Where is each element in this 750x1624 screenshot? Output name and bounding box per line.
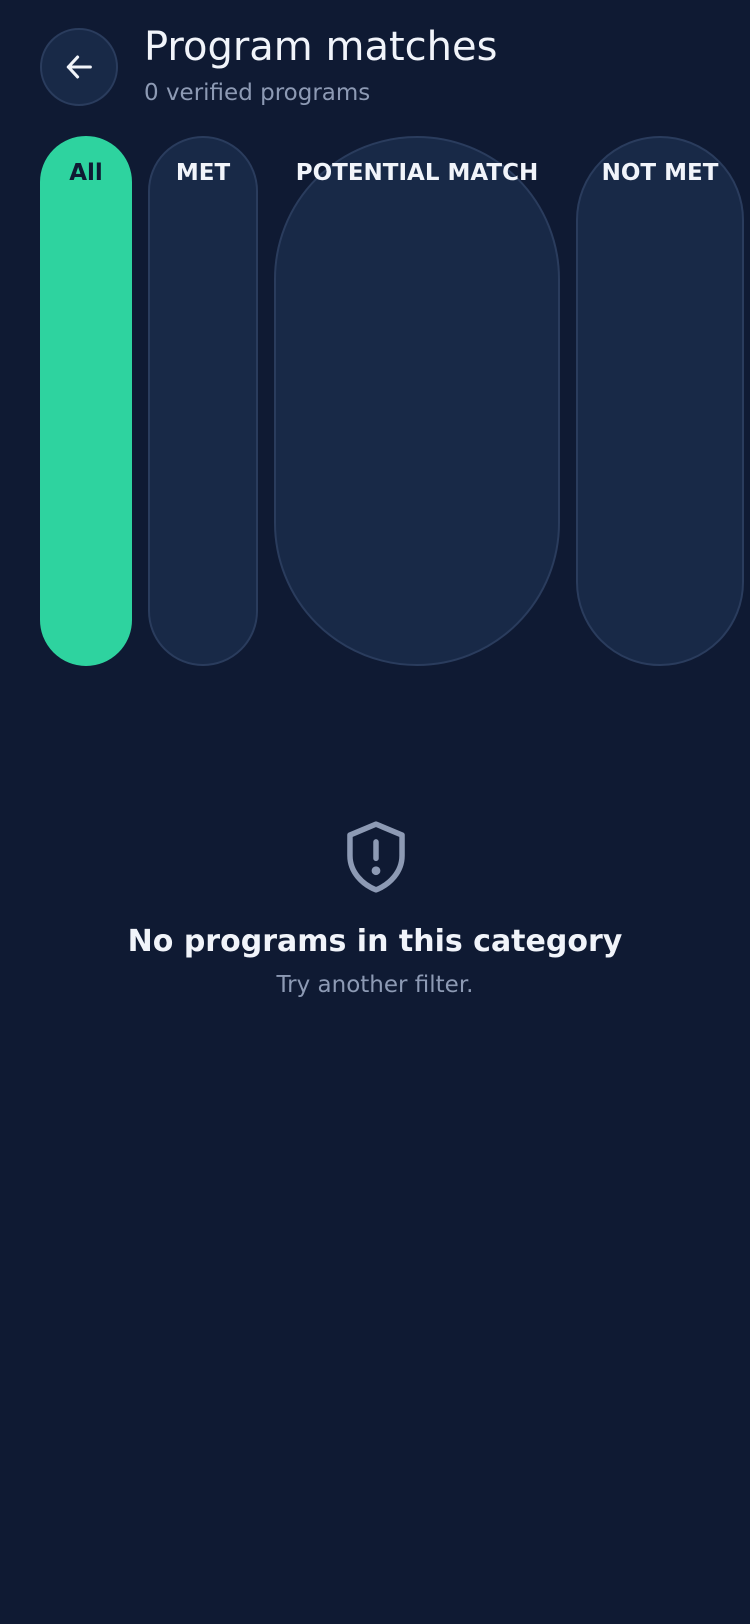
arrow-left-icon <box>66 55 92 79</box>
filter-chip-all[interactable]: All <box>40 136 132 666</box>
program-matches-screen: Program matches 0 verified programs All … <box>0 0 750 1624</box>
empty-state-subtitle: Try another filter. <box>276 972 474 998</box>
verified-count-subtitle: 0 verified programs <box>144 80 371 106</box>
shield-alert-icon <box>347 821 405 893</box>
filter-chip-label: All <box>69 160 103 186</box>
filter-chip-label: POTENTIAL MATCH <box>295 160 539 186</box>
empty-state-title: No programs in this category <box>127 924 623 959</box>
filter-chip-label: MET <box>175 160 231 186</box>
filter-chip-potential-match[interactable]: POTENTIAL MATCH <box>274 136 560 666</box>
filter-chip-label: NOT MET <box>601 160 719 186</box>
page-title: Program matches <box>144 24 498 70</box>
filter-chip-met[interactable]: MET <box>148 136 258 666</box>
filter-chip-not-met[interactable]: NOT MET <box>576 136 744 666</box>
back-button[interactable] <box>40 28 118 106</box>
